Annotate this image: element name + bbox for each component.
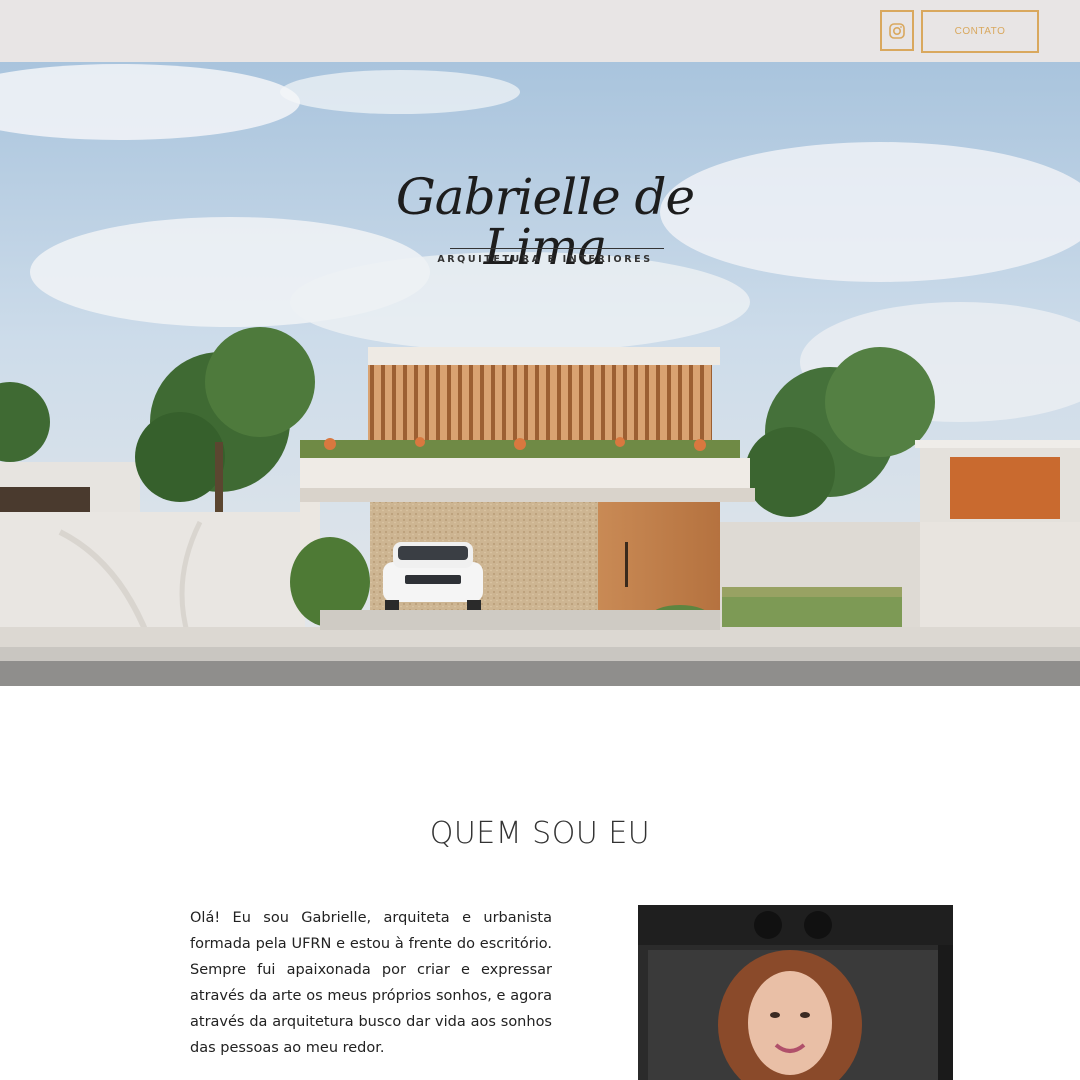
top-bar: CONTATO xyxy=(0,0,1080,62)
logo-divider xyxy=(450,248,664,249)
hero-image: Gabrielle de Lima ARQUITETURA E INTERIOR… xyxy=(0,62,1080,686)
instagram-button[interactable] xyxy=(880,10,914,51)
about-paragraph: Olá! Eu sou Gabrielle, arquiteta e urban… xyxy=(190,910,552,1056)
logo-subtitle: ARQUITETURA E INTERIORES xyxy=(437,254,653,265)
hero-house-render xyxy=(0,62,1080,686)
instagram-icon xyxy=(889,22,905,39)
about-title: QUEM SOU EU xyxy=(429,816,651,851)
contact-button[interactable]: CONTATO xyxy=(921,10,1039,53)
brand-logo: Gabrielle de Lima ARQUITETURA E INTERIOR… xyxy=(370,162,720,272)
architect-portrait xyxy=(638,905,953,1080)
